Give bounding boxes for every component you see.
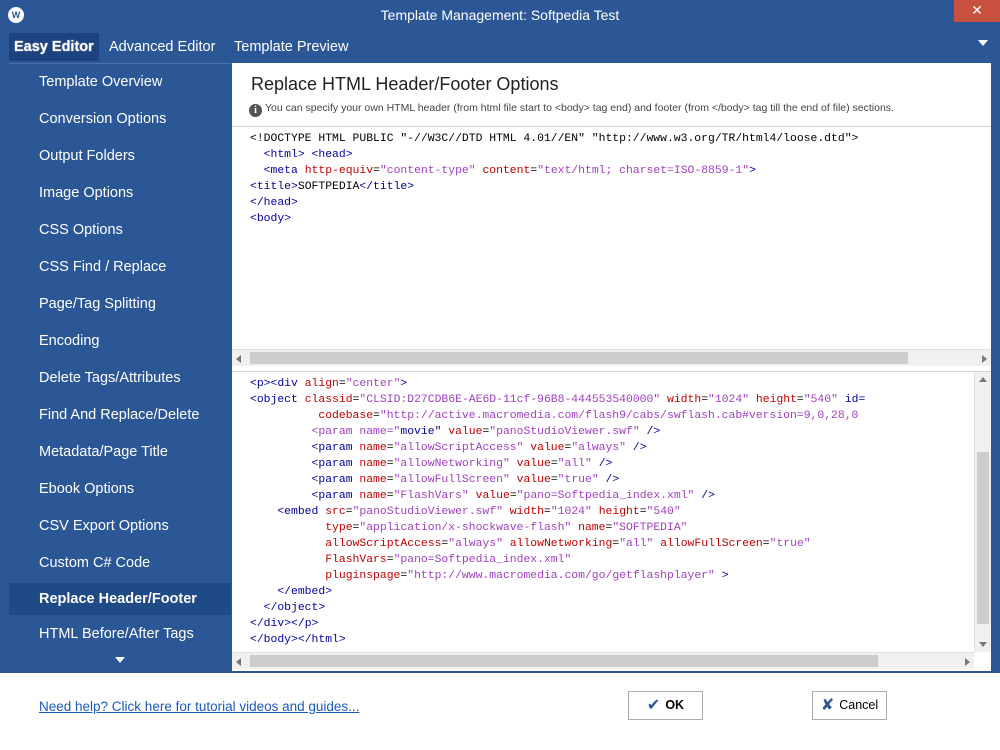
footer-code-text[interactable]: <p><div align="center"> <object classid=… [250, 376, 865, 648]
sidebar-item-html-before-after-tags[interactable]: HTML Before/After Tags [9, 619, 231, 649]
scroll-right-icon[interactable] [982, 355, 987, 363]
sidebar-item-metadata-page-title[interactable]: Metadata/Page Title [9, 437, 231, 467]
cancel-button[interactable]: ✘ Cancel [812, 691, 887, 720]
chevron-down-icon[interactable] [978, 40, 988, 46]
scroll-left-icon[interactable] [236, 355, 241, 363]
cancel-label: Cancel [839, 698, 879, 712]
scrollbar-thumb[interactable] [250, 655, 878, 667]
title-bar: W Template Management: Softpedia Test ✕ [0, 0, 1000, 31]
sidebar-item-delete-tags-attributes[interactable]: Delete Tags/Attributes [9, 363, 231, 393]
sidebar-item-ebook-options[interactable]: Ebook Options [9, 474, 231, 504]
sidebar-item-custom-csharp-code[interactable]: Custom C# Code [9, 548, 231, 578]
scroll-down-icon[interactable] [979, 642, 987, 647]
scroll-right-icon[interactable] [965, 658, 970, 666]
cross-icon: ✘ [820, 697, 835, 714]
info-text: You can specify your own HTML header (fr… [265, 102, 894, 114]
ok-label: OK [665, 698, 685, 712]
scroll-left-icon[interactable] [236, 658, 241, 666]
scrollbar-thumb[interactable] [250, 352, 908, 364]
sidebar-item-csv-export-options[interactable]: CSV Export Options [9, 511, 231, 541]
sidebar-item-css-find-replace[interactable]: CSS Find / Replace [9, 252, 231, 282]
scrollbar-thumb[interactable] [977, 452, 989, 624]
tab-template-preview[interactable]: Template Preview [229, 33, 353, 61]
close-button[interactable]: ✕ [954, 0, 1000, 22]
dialog-footer: Need help? Click here for tutorial video… [0, 673, 1000, 750]
footer-horizontal-scrollbar[interactable] [232, 652, 974, 669]
window-title: Template Management: Softpedia Test [380, 7, 620, 23]
sidebar-item-replace-header-footer[interactable]: Replace Header/Footer [9, 583, 231, 615]
sidebar-item-page-tag-splitting[interactable]: Page/Tag Splitting [9, 289, 231, 319]
ok-button[interactable]: ✔ OK [628, 691, 703, 720]
scroll-up-icon[interactable] [979, 377, 987, 382]
header-code-text[interactable]: <!DOCTYPE HTML PUBLIC "-//W3C//DTD HTML … [250, 131, 858, 227]
sidebar-item-image-options[interactable]: Image Options [9, 178, 231, 208]
info-icon: i [249, 104, 262, 117]
help-link[interactable]: Need help? Click here for tutorial video… [39, 699, 359, 714]
checkmark-icon: ✔ [646, 697, 661, 714]
sidebar-item-template-overview[interactable]: Template Overview [9, 67, 231, 97]
footer-code-editor[interactable]: <p><div align="center"> <object classid=… [232, 371, 991, 652]
page-title: Replace HTML Header/Footer Options [251, 74, 559, 94]
footer-vertical-scrollbar[interactable] [974, 372, 991, 652]
tab-easy-editor[interactable]: Easy Editor [9, 33, 99, 61]
sidebar-scroll-down-icon[interactable] [115, 657, 125, 663]
header-code-editor[interactable]: <!DOCTYPE HTML PUBLIC "-//W3C//DTD HTML … [232, 126, 991, 369]
header-horizontal-scrollbar[interactable] [232, 349, 991, 366]
tab-advanced-editor[interactable]: Advanced Editor [104, 33, 220, 61]
sidebar-item-conversion-options[interactable]: Conversion Options [9, 104, 231, 134]
sidebar-item-css-options[interactable]: CSS Options [9, 215, 231, 245]
sidebar-item-encoding[interactable]: Encoding [9, 326, 231, 356]
sidebar-item-find-and-replace-delete[interactable]: Find And Replace/Delete [9, 400, 231, 430]
main-panel: Replace HTML Header/Footer Options i You … [232, 63, 991, 671]
info-row: i You can specify your own HTML header (f… [249, 102, 894, 117]
sidebar: Template Overview Conversion Options Out… [9, 63, 231, 671]
tab-bar: Easy Editor Advanced Editor Template Pre… [0, 31, 1000, 61]
sidebar-item-output-folders[interactable]: Output Folders [9, 141, 231, 171]
